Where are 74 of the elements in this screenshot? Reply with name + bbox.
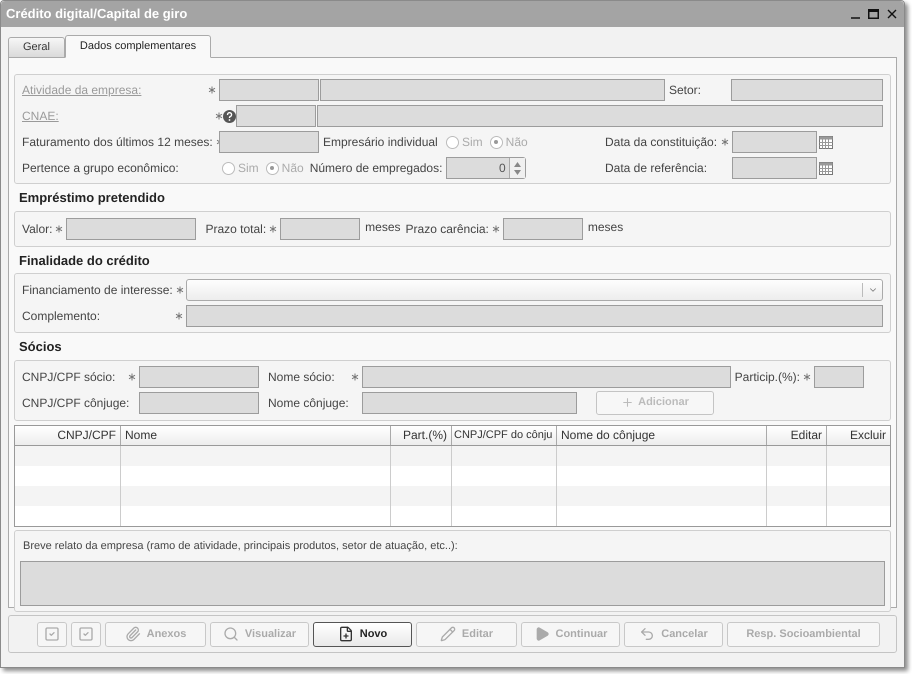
input-field[interactable] xyxy=(814,366,864,388)
input-field[interactable] xyxy=(732,157,817,179)
input-field[interactable] xyxy=(362,392,577,414)
input-field[interactable] xyxy=(362,366,731,388)
column-header[interactable]: CNPJ/CPF xyxy=(15,426,121,444)
input-field[interactable] xyxy=(731,79,883,101)
field-label: Valor: xyxy=(22,220,52,238)
input-field[interactable] xyxy=(317,105,883,127)
up-arrow-icon[interactable] xyxy=(514,162,521,166)
input-field[interactable] xyxy=(280,218,360,240)
pencil-icon xyxy=(440,626,456,642)
search-icon xyxy=(222,626,239,642)
tab[interactable]: Dados complementares xyxy=(64,35,212,58)
column-header[interactable]: CNPJ/CPF do cônju xyxy=(452,426,557,444)
column-header[interactable]: Part.(%) xyxy=(391,426,452,444)
field-label: Nome sócio: xyxy=(268,368,335,386)
input-field[interactable] xyxy=(320,79,665,101)
field-label: Prazo total: xyxy=(205,220,266,238)
undo-icon xyxy=(639,626,656,642)
dropdown[interactable] xyxy=(186,279,883,301)
field-label: Breve relato da empresa (ramo de atividade, principais produtos, setor de atuação, etc..): xyxy=(22,538,459,554)
input-field[interactable] xyxy=(219,79,319,101)
column-header[interactable]: Excluir xyxy=(827,426,890,444)
input-field[interactable] xyxy=(186,305,883,327)
check-icon xyxy=(78,626,94,642)
field-label: Nome cônjuge: xyxy=(268,394,349,412)
section-heading: Empréstimo pretendido xyxy=(18,189,166,207)
unit-label: meses xyxy=(364,219,402,236)
check-icon xyxy=(44,626,60,642)
close-icon[interactable] xyxy=(887,9,897,19)
field-label: Pertence a grupo econômico: xyxy=(22,161,179,175)
plus-icon xyxy=(621,396,634,409)
down-arrow-icon[interactable] xyxy=(514,170,521,174)
field-label: CNPJ/CPF cônjuge: xyxy=(22,394,130,412)
new-document-icon xyxy=(338,626,354,642)
radio-label: Sim xyxy=(238,160,259,177)
field-label: CNPJ/CPF sócio: xyxy=(22,368,116,386)
radio-label: Sim xyxy=(462,134,483,151)
play-icon xyxy=(534,626,550,642)
input-field[interactable] xyxy=(139,392,259,414)
column-header[interactable]: Editar xyxy=(767,426,827,444)
toolbar-button[interactable]: Novo xyxy=(313,622,412,646)
help-icon[interactable] xyxy=(223,110,236,122)
text-area[interactable] xyxy=(20,561,885,606)
input-field[interactable] xyxy=(236,105,316,127)
field-label: Particip.(%): xyxy=(734,368,800,386)
maximize-icon[interactable] xyxy=(868,9,879,19)
radio-label: Não xyxy=(282,160,304,177)
calendar-icon[interactable] xyxy=(819,136,833,148)
field-label: Complemento: xyxy=(22,308,100,325)
input-field[interactable] xyxy=(139,366,259,388)
field-label: Financiamento de interesse: xyxy=(22,282,173,299)
field-label: Empresário individual xyxy=(322,134,439,151)
window-title: Crédito digital/Capital de giro xyxy=(6,5,188,24)
field-label: Número de empregados: xyxy=(308,160,444,177)
column-header[interactable]: Nome do cônjuge xyxy=(557,426,767,444)
input-field[interactable] xyxy=(502,218,583,240)
section-heading: Sócios xyxy=(18,338,63,356)
input-field[interactable] xyxy=(732,131,817,153)
calendar-icon[interactable] xyxy=(819,162,833,174)
input-field[interactable] xyxy=(66,218,196,240)
field-label: Data da constituição: xyxy=(605,134,718,151)
number-spinner[interactable]: 0 xyxy=(446,157,526,179)
field-label: Faturamento dos últimos 12 meses: xyxy=(22,134,213,151)
input-field[interactable] xyxy=(219,131,319,153)
field-label: Setor: xyxy=(668,82,702,99)
column-header[interactable]: Nome xyxy=(121,426,391,444)
unit-label: meses xyxy=(586,219,624,236)
radio-label: Não xyxy=(506,134,528,151)
paperclip-icon xyxy=(124,626,141,642)
field-label: Prazo carência: xyxy=(406,220,489,238)
field-label: Data de referência: xyxy=(605,161,708,175)
section-heading: Finalidade do crédito xyxy=(18,252,151,270)
tab[interactable]: Geral xyxy=(8,37,65,58)
